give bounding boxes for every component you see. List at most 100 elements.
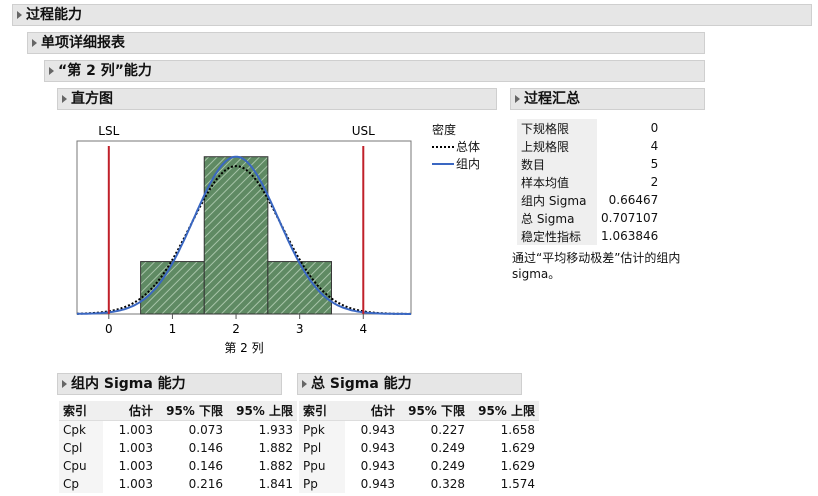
header-process-summary-label: 过程汇总	[524, 91, 580, 107]
spec-limit-label: USL	[352, 124, 375, 138]
table-cell: Ppl	[299, 439, 345, 457]
table-row: Ppk 0.943 0.227 1.658	[299, 420, 539, 439]
table-cell: 1.658	[500, 423, 535, 437]
legend-within-label: 组内	[456, 157, 481, 171]
table-cell: 0.943	[360, 459, 395, 473]
x-tick-label: 3	[296, 322, 304, 336]
table-row: Cpu 1.003 0.146 1.882	[59, 457, 297, 475]
header-detail-report[interactable]: 单项详细报表	[27, 32, 705, 54]
column-header[interactable]: 索引	[59, 401, 103, 421]
column-header[interactable]: 95% 上限	[227, 401, 297, 421]
table-cell: Ppk	[299, 420, 345, 439]
summary-row: 数目 5	[517, 155, 662, 173]
table-cell: 1.882	[258, 441, 293, 455]
overall-capability-table: 索引 估计 95% 下限 95% 上限 Ppk 0.943 0.227 1.658 Ppl 0.…	[299, 401, 539, 493]
table-row: Pp 0.943 0.328 1.574	[299, 475, 539, 493]
table-cell: Cpl	[59, 439, 103, 457]
header-column-capability[interactable]: “第 2 列”能力	[44, 60, 705, 82]
header-within-capability-label: 组内 Sigma 能力	[71, 376, 186, 392]
x-tick-label: 0	[105, 322, 113, 336]
legend-overall-label: 总体	[456, 140, 481, 154]
table-cell: 0.146	[188, 441, 223, 455]
header-overall-capability[interactable]: 总 Sigma 能力	[297, 373, 522, 395]
table-cell: 0.146	[188, 459, 223, 473]
histogram-bar	[140, 261, 205, 315]
column-header[interactable]: 95% 下限	[157, 401, 227, 421]
table-row: Cpl 1.003 0.146 1.882	[59, 439, 297, 457]
header-detail-report-label: 单项详细报表	[41, 35, 125, 51]
summary-key: 下规格限	[517, 119, 597, 137]
summary-key: 数目	[517, 155, 597, 173]
summary-key: 总 Sigma	[517, 209, 597, 227]
disclosure-icon[interactable]	[62, 380, 67, 388]
within-capability-table: 索引 估计 95% 下限 95% 上限 Cpk 1.003 0.073 1.933 Cpl 1.…	[59, 401, 297, 493]
column-header[interactable]: 95% 下限	[399, 401, 469, 421]
table-cell: 0.227	[430, 423, 465, 437]
summary-key: 组内 Sigma	[517, 191, 597, 209]
table-cell: Cpu	[59, 457, 103, 475]
histogram-bar	[203, 156, 269, 315]
process-summary-table: 下规格限 0 上规格限 4 数目 5 样本均值 2 组内 Sigma 0.66467 总 Sigma…	[517, 119, 662, 245]
histogram-bar	[267, 261, 332, 315]
x-tick-label: 4	[359, 322, 367, 336]
disclosure-icon[interactable]	[62, 95, 67, 103]
header-histogram[interactable]: 直方图	[57, 88, 497, 110]
disclosure-icon[interactable]	[515, 95, 520, 103]
header-process-capability-label: 过程能力	[26, 7, 82, 23]
table-cell: Cpk	[59, 420, 103, 439]
column-header[interactable]: 索引	[299, 401, 345, 421]
column-header[interactable]: 估计	[103, 401, 157, 421]
summary-value: 5	[650, 157, 659, 171]
summary-value: 0	[650, 121, 659, 135]
table-cell: 0.328	[430, 477, 465, 491]
table-row: Ppl 0.943 0.249 1.629	[299, 439, 539, 457]
disclosure-icon[interactable]	[17, 11, 22, 19]
table-cell: 0.073	[188, 423, 223, 437]
table-cell: 1.629	[500, 441, 535, 455]
header-column-capability-label: “第 2 列”能力	[58, 63, 152, 79]
legend: 密度 总体 组内	[432, 121, 480, 172]
overall-density-curve	[77, 165, 411, 315]
table-cell: 0.216	[188, 477, 223, 491]
table-cell: 0.249	[430, 459, 465, 473]
header-overall-capability-label: 总 Sigma 能力	[311, 376, 412, 392]
header-process-capability[interactable]: 过程能力	[12, 4, 812, 26]
x-tick-label: 1	[169, 322, 177, 336]
table-cell: 1.003	[118, 477, 153, 491]
legend-title: 密度	[432, 123, 457, 137]
summary-row: 上规格限 4	[517, 137, 662, 155]
summary-row: 总 Sigma 0.707107	[517, 209, 662, 227]
solid-line-icon	[432, 162, 454, 165]
legend-item-within[interactable]: 组内	[432, 155, 480, 172]
summary-value: 0.66467	[608, 193, 659, 207]
table-cell: 0.943	[360, 441, 395, 455]
table-cell: Ppu	[299, 457, 345, 475]
table-row: Ppu 0.943 0.249 1.629	[299, 457, 539, 475]
table-row: Cp 1.003 0.216 1.841	[59, 475, 297, 493]
within-density-curve	[76, 155, 411, 315]
table-cell: Cp	[59, 475, 103, 493]
spec-limit-label: LSL	[98, 124, 119, 138]
table-cell: 0.943	[360, 477, 395, 491]
table-cell: Pp	[299, 475, 345, 493]
header-process-summary[interactable]: 过程汇总	[510, 88, 705, 110]
sigma-note: 通过“平均移动极差”估计的组内 sigma。	[512, 251, 681, 281]
x-tick-label: 2	[232, 322, 240, 336]
column-header[interactable]: 95% 上限	[469, 401, 539, 421]
table-cell: 1.003	[118, 423, 153, 437]
disclosure-icon[interactable]	[302, 380, 307, 388]
table-cell: 1.629	[500, 459, 535, 473]
legend-item-overall[interactable]: 总体	[432, 138, 480, 155]
header-within-capability[interactable]: 组内 Sigma 能力	[57, 373, 282, 395]
column-header[interactable]: 估计	[345, 401, 399, 421]
summary-key: 样本均值	[517, 173, 597, 191]
summary-key: 稳定性指标	[517, 227, 597, 245]
table-cell: 1.841	[258, 477, 293, 491]
disclosure-icon[interactable]	[49, 67, 54, 75]
table-row: Cpk 1.003 0.073 1.933	[59, 420, 297, 439]
disclosure-icon[interactable]	[32, 39, 37, 47]
table-cell: 0.249	[430, 441, 465, 455]
table-cell: 1.574	[500, 477, 535, 491]
table-cell: 1.003	[118, 459, 153, 473]
summary-value: 0.707107	[601, 211, 659, 225]
